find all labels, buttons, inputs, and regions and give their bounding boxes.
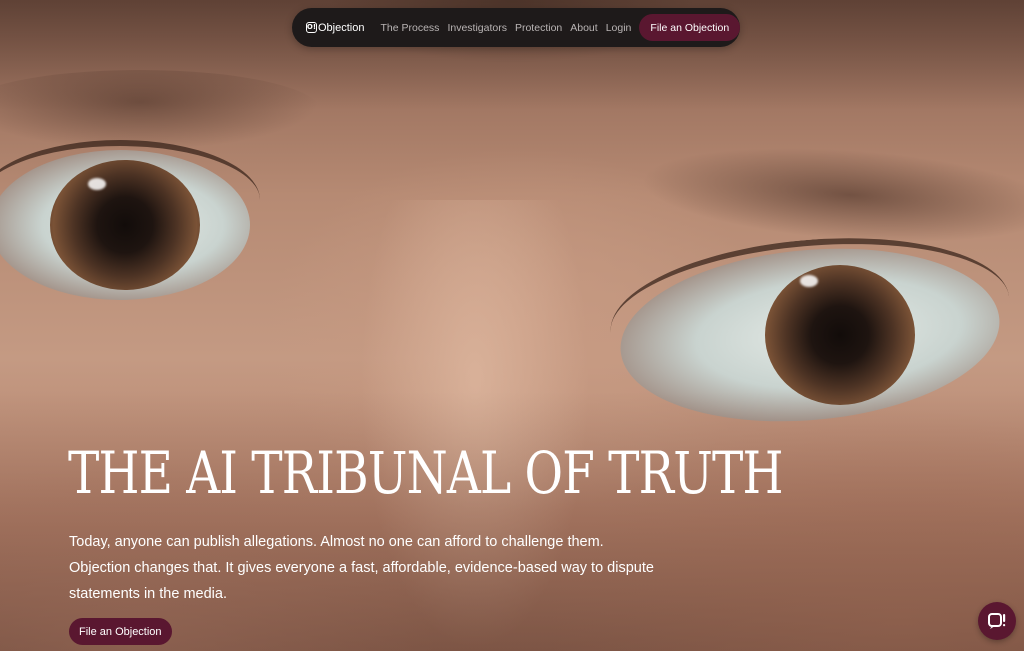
hero-file-objection-button[interactable]: File an Objection — [69, 618, 172, 645]
chat-launcher-button[interactable] — [978, 602, 1016, 640]
hero-lede-line-1: Today, anyone can publish allegations. A… — [69, 534, 604, 550]
hero-background-shade — [0, 391, 1024, 651]
hero-background-right-brow — [637, 135, 1024, 255]
hero-background-right-glint — [800, 275, 818, 287]
nav-file-objection-button[interactable]: File an Objection — [639, 14, 741, 41]
hero-lede: Today, anyone can publish allegations. A… — [69, 529, 709, 607]
hero-background-left-brow — [0, 70, 320, 150]
nav-links: The Process Investigators Protection Abo… — [380, 22, 639, 34]
hero-section: O! Objection The Process Investigators P… — [0, 0, 1024, 651]
chat-logo-icon — [988, 613, 1006, 629]
nav-link-the-process[interactable]: The Process — [380, 22, 439, 34]
top-nav: O! Objection The Process Investigators P… — [292, 8, 741, 47]
hero-lede-line-2: Objection changes that. It gives everyon… — [69, 560, 654, 576]
logo-text: Objection — [318, 21, 365, 34]
hero-lede-line-3: statements in the media. — [69, 586, 227, 602]
hero-background-left-glint — [88, 178, 106, 190]
site-logo[interactable]: O! Objection — [306, 22, 364, 34]
logo-mark-icon: O! — [306, 22, 317, 33]
hero-headline: THE AI TRIBUNAL OF TRUTH — [68, 439, 784, 507]
nav-link-protection[interactable]: Protection — [515, 22, 562, 34]
nav-link-login[interactable]: Login — [606, 22, 632, 34]
nav-link-about[interactable]: About — [570, 22, 597, 34]
nav-link-investigators[interactable]: Investigators — [447, 22, 507, 34]
